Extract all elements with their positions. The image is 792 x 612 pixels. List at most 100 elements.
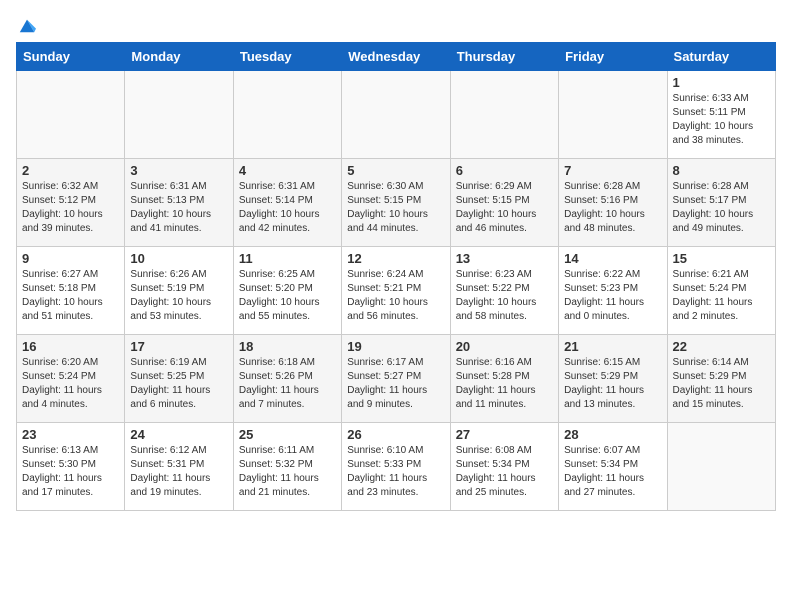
day-number: 19 bbox=[347, 339, 444, 354]
day-number: 18 bbox=[239, 339, 336, 354]
day-number: 2 bbox=[22, 163, 119, 178]
calendar-cell: 19 Sunrise: 6:17 AM Sunset: 5:27 PM Dayli… bbox=[342, 335, 450, 423]
day-number: 28 bbox=[564, 427, 661, 442]
day-info: Sunrise: 6:12 AM Sunset: 5:31 PM Dayligh… bbox=[130, 444, 227, 500]
calendar-cell: 11 Sunrise: 6:25 AM Sunset: 5:20 PM Dayli… bbox=[233, 247, 341, 335]
day-info: Sunrise: 6:24 AM Sunset: 5:21 PM Dayligh… bbox=[347, 268, 444, 324]
day-number: 5 bbox=[347, 163, 444, 178]
day-info: Sunrise: 6:33 AM Sunset: 5:11 PM Dayligh… bbox=[673, 92, 770, 148]
day-info: Sunrise: 6:17 AM Sunset: 5:27 PM Dayligh… bbox=[347, 356, 444, 412]
weekday-header-thursday: Thursday bbox=[450, 43, 558, 71]
calendar-cell: 9 Sunrise: 6:27 AM Sunset: 5:18 PM Daylig… bbox=[17, 247, 125, 335]
day-info: Sunrise: 6:32 AM Sunset: 5:12 PM Dayligh… bbox=[22, 180, 119, 236]
day-info: Sunrise: 6:26 AM Sunset: 5:19 PM Dayligh… bbox=[130, 268, 227, 324]
day-info: Sunrise: 6:16 AM Sunset: 5:28 PM Dayligh… bbox=[456, 356, 553, 412]
day-number: 13 bbox=[456, 251, 553, 266]
day-number: 22 bbox=[673, 339, 770, 354]
calendar-cell: 1 Sunrise: 6:33 AM Sunset: 5:11 PM Daylig… bbox=[667, 71, 775, 159]
calendar-cell: 13 Sunrise: 6:23 AM Sunset: 5:22 PM Dayli… bbox=[450, 247, 558, 335]
calendar-cell: 24 Sunrise: 6:12 AM Sunset: 5:31 PM Dayli… bbox=[125, 423, 233, 511]
calendar-cell: 2 Sunrise: 6:32 AM Sunset: 5:12 PM Daylig… bbox=[17, 159, 125, 247]
calendar-cell bbox=[17, 71, 125, 159]
day-info: Sunrise: 6:15 AM Sunset: 5:29 PM Dayligh… bbox=[564, 356, 661, 412]
day-number: 6 bbox=[456, 163, 553, 178]
day-number: 4 bbox=[239, 163, 336, 178]
calendar-cell: 18 Sunrise: 6:18 AM Sunset: 5:26 PM Dayli… bbox=[233, 335, 341, 423]
day-info: Sunrise: 6:23 AM Sunset: 5:22 PM Dayligh… bbox=[456, 268, 553, 324]
day-info: Sunrise: 6:13 AM Sunset: 5:30 PM Dayligh… bbox=[22, 444, 119, 500]
day-info: Sunrise: 6:22 AM Sunset: 5:23 PM Dayligh… bbox=[564, 268, 661, 324]
calendar-cell bbox=[559, 71, 667, 159]
day-info: Sunrise: 6:11 AM Sunset: 5:32 PM Dayligh… bbox=[239, 444, 336, 500]
calendar-cell: 27 Sunrise: 6:08 AM Sunset: 5:34 PM Dayli… bbox=[450, 423, 558, 511]
day-info: Sunrise: 6:30 AM Sunset: 5:15 PM Dayligh… bbox=[347, 180, 444, 236]
day-number: 14 bbox=[564, 251, 661, 266]
weekday-header-saturday: Saturday bbox=[667, 43, 775, 71]
calendar-cell bbox=[450, 71, 558, 159]
calendar-cell bbox=[667, 423, 775, 511]
day-info: Sunrise: 6:08 AM Sunset: 5:34 PM Dayligh… bbox=[456, 444, 553, 500]
day-number: 11 bbox=[239, 251, 336, 266]
week-row-3: 9 Sunrise: 6:27 AM Sunset: 5:18 PM Daylig… bbox=[17, 247, 776, 335]
day-number: 23 bbox=[22, 427, 119, 442]
calendar-cell: 12 Sunrise: 6:24 AM Sunset: 5:21 PM Dayli… bbox=[342, 247, 450, 335]
day-info: Sunrise: 6:28 AM Sunset: 5:17 PM Dayligh… bbox=[673, 180, 770, 236]
day-number: 1 bbox=[673, 75, 770, 90]
day-number: 16 bbox=[22, 339, 119, 354]
day-info: Sunrise: 6:10 AM Sunset: 5:33 PM Dayligh… bbox=[347, 444, 444, 500]
calendar-cell: 7Sunrise: 6:28 AM Sunset: 5:16 PM Daylig… bbox=[559, 159, 667, 247]
calendar-cell: 28Sunrise: 6:07 AM Sunset: 5:34 PM Dayli… bbox=[559, 423, 667, 511]
weekday-header-monday: Monday bbox=[125, 43, 233, 71]
calendar-cell: 25 Sunrise: 6:11 AM Sunset: 5:32 PM Dayli… bbox=[233, 423, 341, 511]
week-row-5: 23 Sunrise: 6:13 AM Sunset: 5:30 PM Dayli… bbox=[17, 423, 776, 511]
day-number: 3 bbox=[130, 163, 227, 178]
calendar-cell bbox=[233, 71, 341, 159]
page-header bbox=[16, 16, 776, 34]
day-info: Sunrise: 6:19 AM Sunset: 5:25 PM Dayligh… bbox=[130, 356, 227, 412]
day-number: 8 bbox=[673, 163, 770, 178]
weekday-header-friday: Friday bbox=[559, 43, 667, 71]
weekday-header-tuesday: Tuesday bbox=[233, 43, 341, 71]
calendar-cell: 6 Sunrise: 6:29 AM Sunset: 5:15 PM Daylig… bbox=[450, 159, 558, 247]
calendar-cell: 23 Sunrise: 6:13 AM Sunset: 5:30 PM Dayli… bbox=[17, 423, 125, 511]
day-info: Sunrise: 6:31 AM Sunset: 5:14 PM Dayligh… bbox=[239, 180, 336, 236]
week-row-4: 16 Sunrise: 6:20 AM Sunset: 5:24 PM Dayli… bbox=[17, 335, 776, 423]
weekday-header-wednesday: Wednesday bbox=[342, 43, 450, 71]
day-number: 25 bbox=[239, 427, 336, 442]
calendar-cell: 15Sunrise: 6:21 AM Sunset: 5:24 PM Dayli… bbox=[667, 247, 775, 335]
day-info: Sunrise: 6:27 AM Sunset: 5:18 PM Dayligh… bbox=[22, 268, 119, 324]
weekday-header-sunday: Sunday bbox=[17, 43, 125, 71]
calendar-cell: 4 Sunrise: 6:31 AM Sunset: 5:14 PM Daylig… bbox=[233, 159, 341, 247]
calendar-cell: 5 Sunrise: 6:30 AM Sunset: 5:15 PM Daylig… bbox=[342, 159, 450, 247]
calendar-cell: 20 Sunrise: 6:16 AM Sunset: 5:28 PM Dayli… bbox=[450, 335, 558, 423]
day-number: 15 bbox=[673, 251, 770, 266]
day-info: Sunrise: 6:25 AM Sunset: 5:20 PM Dayligh… bbox=[239, 268, 336, 324]
calendar-cell: 14 Sunrise: 6:22 AM Sunset: 5:23 PM Dayli… bbox=[559, 247, 667, 335]
day-info: Sunrise: 6:18 AM Sunset: 5:26 PM Dayligh… bbox=[239, 356, 336, 412]
day-info: Sunrise: 6:29 AM Sunset: 5:15 PM Dayligh… bbox=[456, 180, 553, 236]
day-number: 9 bbox=[22, 251, 119, 266]
logo bbox=[16, 16, 36, 34]
day-number: 27 bbox=[456, 427, 553, 442]
calendar: SundayMondayTuesdayWednesdayThursdayFrid… bbox=[16, 42, 776, 511]
day-number: 12 bbox=[347, 251, 444, 266]
calendar-cell: 10Sunrise: 6:26 AM Sunset: 5:19 PM Dayli… bbox=[125, 247, 233, 335]
day-info: Sunrise: 6:14 AM Sunset: 5:29 PM Dayligh… bbox=[673, 356, 770, 412]
calendar-cell bbox=[342, 71, 450, 159]
calendar-cell: 8 Sunrise: 6:28 AM Sunset: 5:17 PM Daylig… bbox=[667, 159, 775, 247]
logo-icon bbox=[18, 16, 36, 34]
weekday-header-row: SundayMondayTuesdayWednesdayThursdayFrid… bbox=[17, 43, 776, 71]
calendar-cell: 22 Sunrise: 6:14 AM Sunset: 5:29 PM Dayli… bbox=[667, 335, 775, 423]
day-number: 7 bbox=[564, 163, 661, 178]
day-number: 24 bbox=[130, 427, 227, 442]
calendar-cell: 3 Sunrise: 6:31 AM Sunset: 5:13 PM Daylig… bbox=[125, 159, 233, 247]
day-info: Sunrise: 6:31 AM Sunset: 5:13 PM Dayligh… bbox=[130, 180, 227, 236]
day-info: Sunrise: 6:20 AM Sunset: 5:24 PM Dayligh… bbox=[22, 356, 119, 412]
day-number: 26 bbox=[347, 427, 444, 442]
day-number: 20 bbox=[456, 339, 553, 354]
calendar-cell: 21Sunrise: 6:15 AM Sunset: 5:29 PM Dayli… bbox=[559, 335, 667, 423]
calendar-cell: 16 Sunrise: 6:20 AM Sunset: 5:24 PM Dayli… bbox=[17, 335, 125, 423]
day-number: 17 bbox=[130, 339, 227, 354]
calendar-cell: 17 Sunrise: 6:19 AM Sunset: 5:25 PM Dayli… bbox=[125, 335, 233, 423]
calendar-cell: 26 Sunrise: 6:10 AM Sunset: 5:33 PM Dayli… bbox=[342, 423, 450, 511]
